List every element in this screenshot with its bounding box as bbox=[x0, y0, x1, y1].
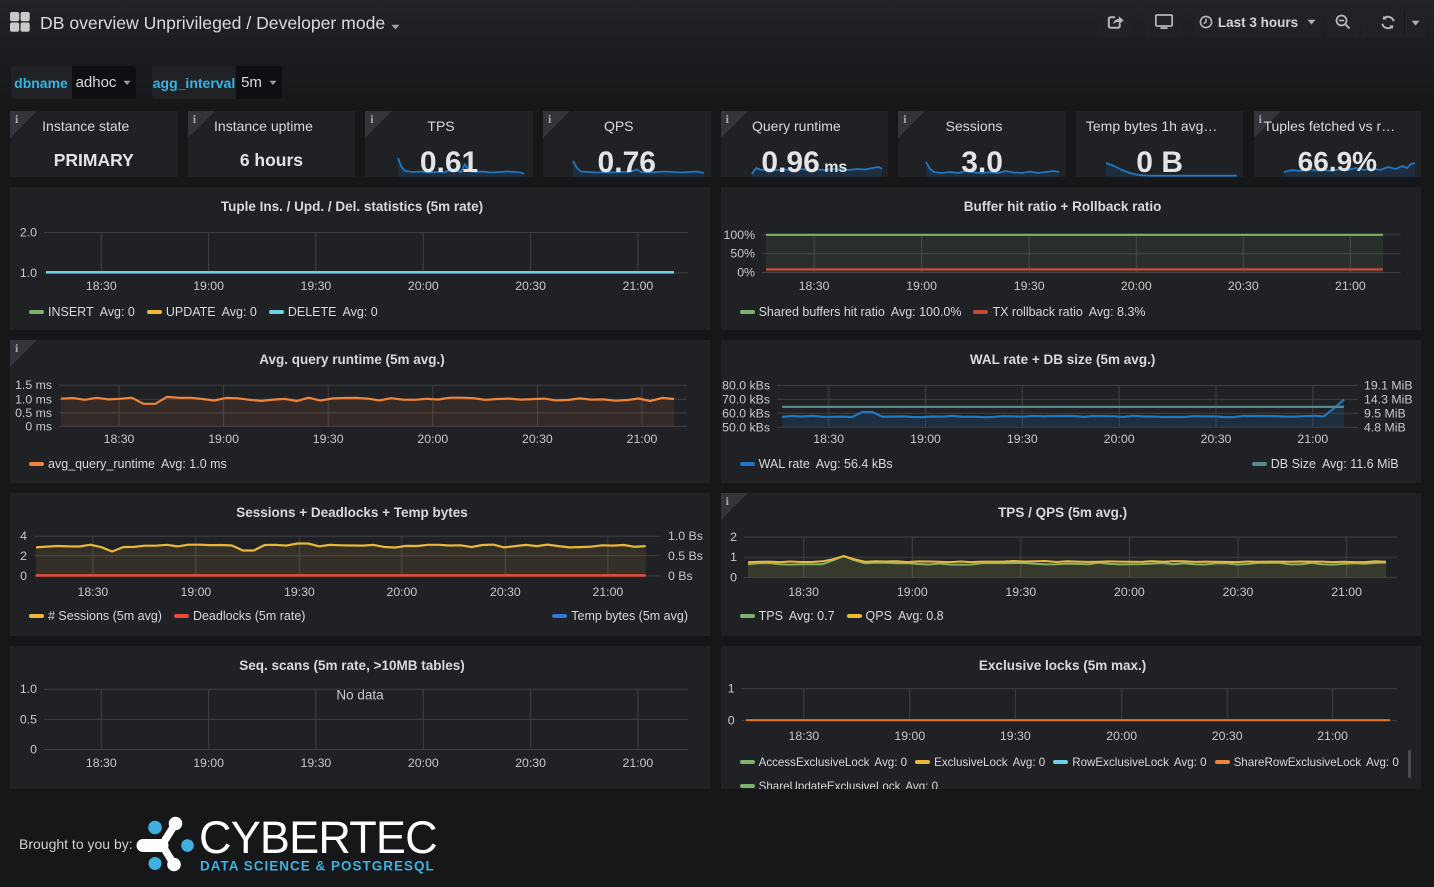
svg-text:CYBERTEC: CYBERTEC bbox=[199, 812, 437, 863]
svg-text:DATA SCIENCE & POSTGRESQL: DATA SCIENCE & POSTGRESQL bbox=[200, 859, 435, 874]
